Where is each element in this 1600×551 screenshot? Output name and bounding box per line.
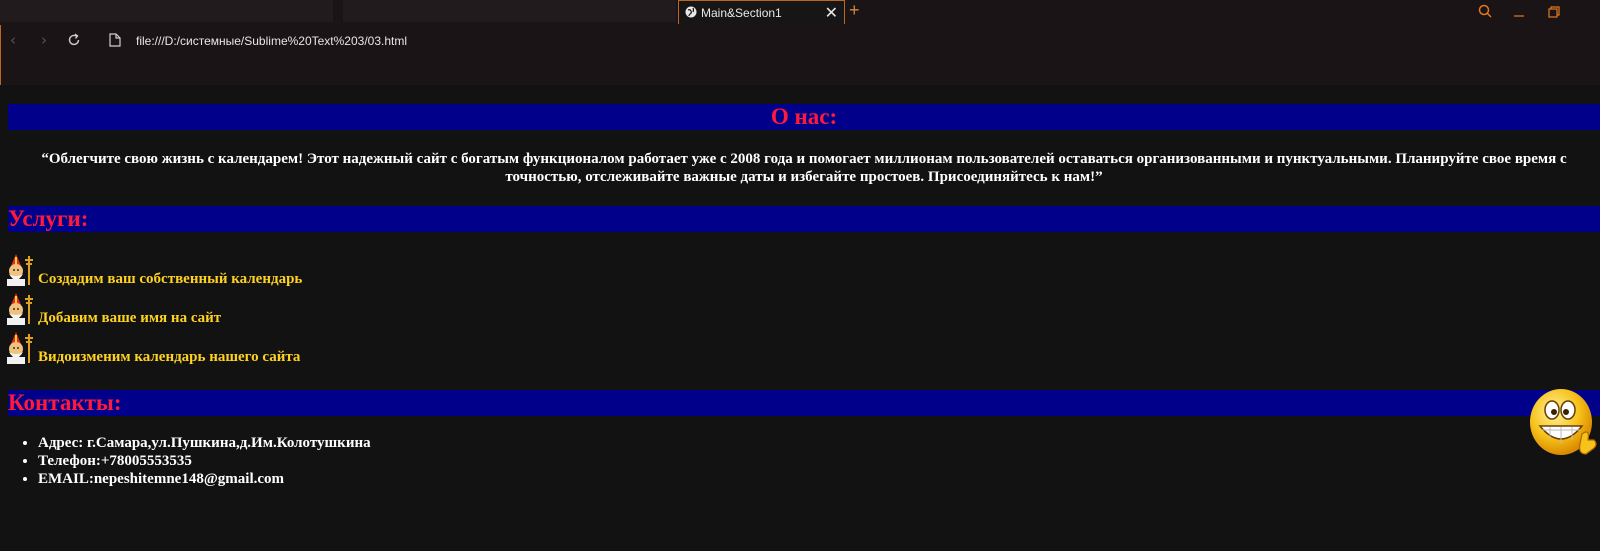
- pope-emoji-icon: [7, 293, 33, 325]
- service-label: Видоизменим календарь нашего сайта: [38, 349, 301, 365]
- service-label: Создадим ваш собственный календарь: [38, 271, 303, 287]
- page-content: О нас: “Облегчите свою жизнь с календаре…: [7, 104, 1600, 488]
- grinning-thumbs-up-smiley-icon: [1530, 389, 1597, 455]
- search-icon[interactable]: [1478, 4, 1492, 18]
- close-tab-icon[interactable]: ✕: [825, 3, 838, 23]
- page-icon: [109, 33, 121, 47]
- inactive-tab[interactable]: [0, 0, 333, 22]
- contact-address: Адрес: г.Самара,ул.Пушкина,д.Им.Колотушк…: [38, 434, 1600, 452]
- inactive-tab[interactable]: [343, 0, 676, 22]
- pope-emoji-icon: [7, 254, 33, 286]
- forward-arrow-icon[interactable]: ›: [41, 31, 47, 49]
- contacts-heading: Контакты:: [8, 390, 1600, 416]
- globe-icon: [685, 6, 697, 18]
- browser-toolbar: ‹ › file:///D:/системные/Sublime%20Text%…: [0, 25, 1600, 85]
- new-tab-button[interactable]: +: [849, 0, 860, 21]
- service-label: Добавим ваше имя на сайт: [38, 310, 222, 326]
- about-heading: О нас:: [8, 104, 1600, 130]
- tab-main-section1[interactable]: Main&Section1 ✕: [678, 0, 845, 24]
- reload-icon[interactable]: [67, 33, 81, 47]
- tab-title: Main&Section1: [701, 6, 782, 20]
- back-arrow-icon[interactable]: ‹: [10, 31, 16, 49]
- contacts-list: Адрес: г.Самара,ул.Пушкина,д.Им.Колотушк…: [8, 434, 1600, 488]
- restore-icon[interactable]: [1547, 5, 1561, 19]
- services-list: Создадим ваш собственный календарь Добав…: [7, 232, 1600, 390]
- about-text: “Облегчите свою жизнь с календарем! Этот…: [41, 151, 1567, 185]
- address-bar[interactable]: file:///D:/системные/Sublime%20Text%203/…: [136, 34, 407, 48]
- tab-strip: Main&Section1 ✕ +: [0, 0, 1600, 25]
- minimize-icon[interactable]: [1512, 5, 1526, 19]
- pope-emoji-icon: [7, 332, 33, 364]
- services-heading: Услуги:: [8, 206, 1600, 232]
- contact-email: EMAIL:nepeshitemne148@gmail.com: [38, 470, 1600, 488]
- contact-phone: Телефон:+78005553535: [38, 452, 1600, 470]
